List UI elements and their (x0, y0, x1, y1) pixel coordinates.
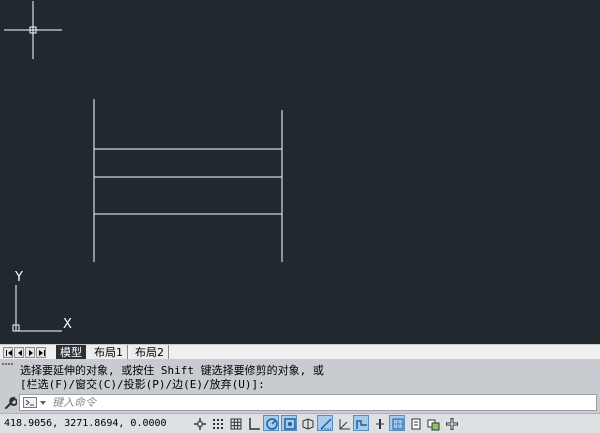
dynamic-ucs-icon (339, 419, 350, 430)
autocad-window: Y X 模型 布局1 布局2 选择要延伸的对象, 或按住 Shift 键选择要修… (0, 0, 600, 433)
quick-properties-icon (411, 418, 421, 430)
first-tab-button[interactable] (3, 347, 13, 358)
command-line-panel: 选择要延伸的对象, 或按住 Shift 键选择要修剪的对象, 或 [栏选(F)/… (0, 359, 600, 413)
dynamic-input-icon (356, 420, 367, 429)
tab-model[interactable]: 模型 (56, 345, 86, 360)
ucs-y-label: Y (14, 270, 23, 285)
drawing-svg[interactable]: Y X (0, 0, 600, 344)
infer-constraints-toggle-button[interactable] (191, 415, 207, 431)
dynamic-input-toggle-button[interactable] (353, 415, 369, 431)
annotation-monitor-toggle-button[interactable] (443, 415, 459, 431)
grid-display-toggle-button[interactable] (227, 415, 243, 431)
tab-layout2[interactable]: 布局2 (131, 345, 169, 360)
ucs-icon: Y X (12, 270, 72, 332)
first-arrow-icon (6, 350, 12, 356)
tab-layout1[interactable]: 布局1 (90, 345, 128, 360)
cursor-coordinates[interactable]: 418.9056, 3271.8694, 0.0000 (4, 417, 167, 431)
last-arrow-icon (39, 350, 45, 356)
command-history-line-2: [栏选(F)/窗交(C)/投影(P)/边(E)/放弃(U)]: (20, 378, 265, 391)
object-snap-icon (284, 418, 296, 430)
dynamic-ucs-toggle-button[interactable] (335, 415, 351, 431)
transparency-toggle-button[interactable] (389, 415, 405, 431)
polar-tracking-icon (266, 418, 278, 430)
snap-mode-toggle-button[interactable] (209, 415, 225, 431)
left-arrow-icon (18, 350, 22, 356)
layout-tab-bar: 模型 布局1 布局2 (0, 344, 600, 360)
command-input-field[interactable]: 键入命令 (19, 394, 597, 411)
customize-wrench-icon[interactable] (3, 395, 18, 414)
polar-tracking-toggle-button[interactable] (263, 415, 279, 431)
status-bar: 418.9056, 3271.8694, 0.0000 (0, 413, 600, 433)
annotation-monitor-icon (446, 418, 458, 430)
infer-constraints-icon (194, 418, 206, 430)
ucs-x-label: X (63, 317, 72, 332)
drawing-canvas[interactable]: Y X (0, 0, 600, 344)
right-arrow-icon (29, 350, 33, 356)
quick-properties-toggle-button[interactable] (407, 415, 423, 431)
ortho-mode-toggle-button[interactable] (245, 415, 261, 431)
3d-object-snap-icon (302, 418, 314, 430)
next-tab-button[interactable] (25, 347, 35, 358)
command-history-line-1: 选择要延伸的对象, 或按住 Shift 键选择要修剪的对象, 或 (20, 364, 324, 377)
grid-display-icon (230, 418, 242, 430)
object-snap-tracking-icon (320, 418, 332, 430)
panel-grip-handle[interactable] (2, 363, 16, 367)
prev-tab-button[interactable] (14, 347, 24, 358)
lineweight-toggle-button[interactable] (371, 415, 387, 431)
command-input-placeholder: 键入命令 (52, 396, 96, 409)
transparency-icon (392, 418, 404, 430)
selection-cycling-toggle-button[interactable] (425, 415, 441, 431)
snap-mode-icon (213, 419, 223, 429)
last-tab-button[interactable] (36, 347, 46, 358)
selection-cycling-icon (427, 419, 440, 431)
crosshair-cursor (4, 1, 62, 59)
ortho-mode-icon (249, 418, 260, 430)
command-prompt-icon[interactable] (23, 397, 37, 408)
object-snap-tracking-toggle-button[interactable] (317, 415, 333, 431)
recent-commands-dropdown-icon[interactable] (40, 401, 46, 405)
object-snap-toggle-button[interactable] (281, 415, 297, 431)
3d-object-snap-toggle-button[interactable] (299, 415, 315, 431)
lineweight-icon (376, 419, 384, 429)
